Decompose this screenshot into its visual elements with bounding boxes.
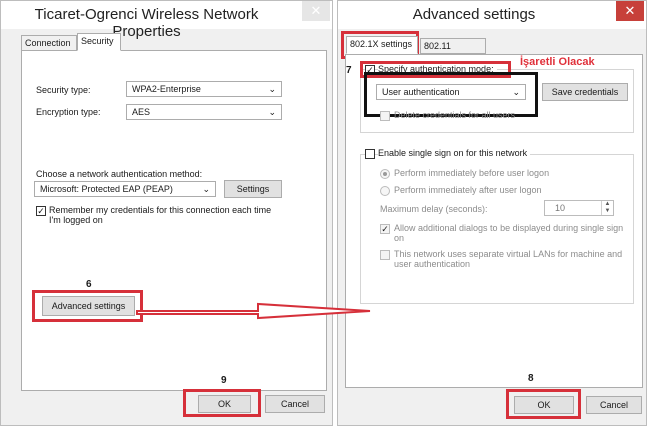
connector-arrow-shape <box>136 302 371 320</box>
tab-8021x-settings[interactable]: 802.1X settings <box>346 36 418 54</box>
tab-security[interactable]: Security <box>77 33 121 51</box>
connector-arrow <box>136 302 371 320</box>
